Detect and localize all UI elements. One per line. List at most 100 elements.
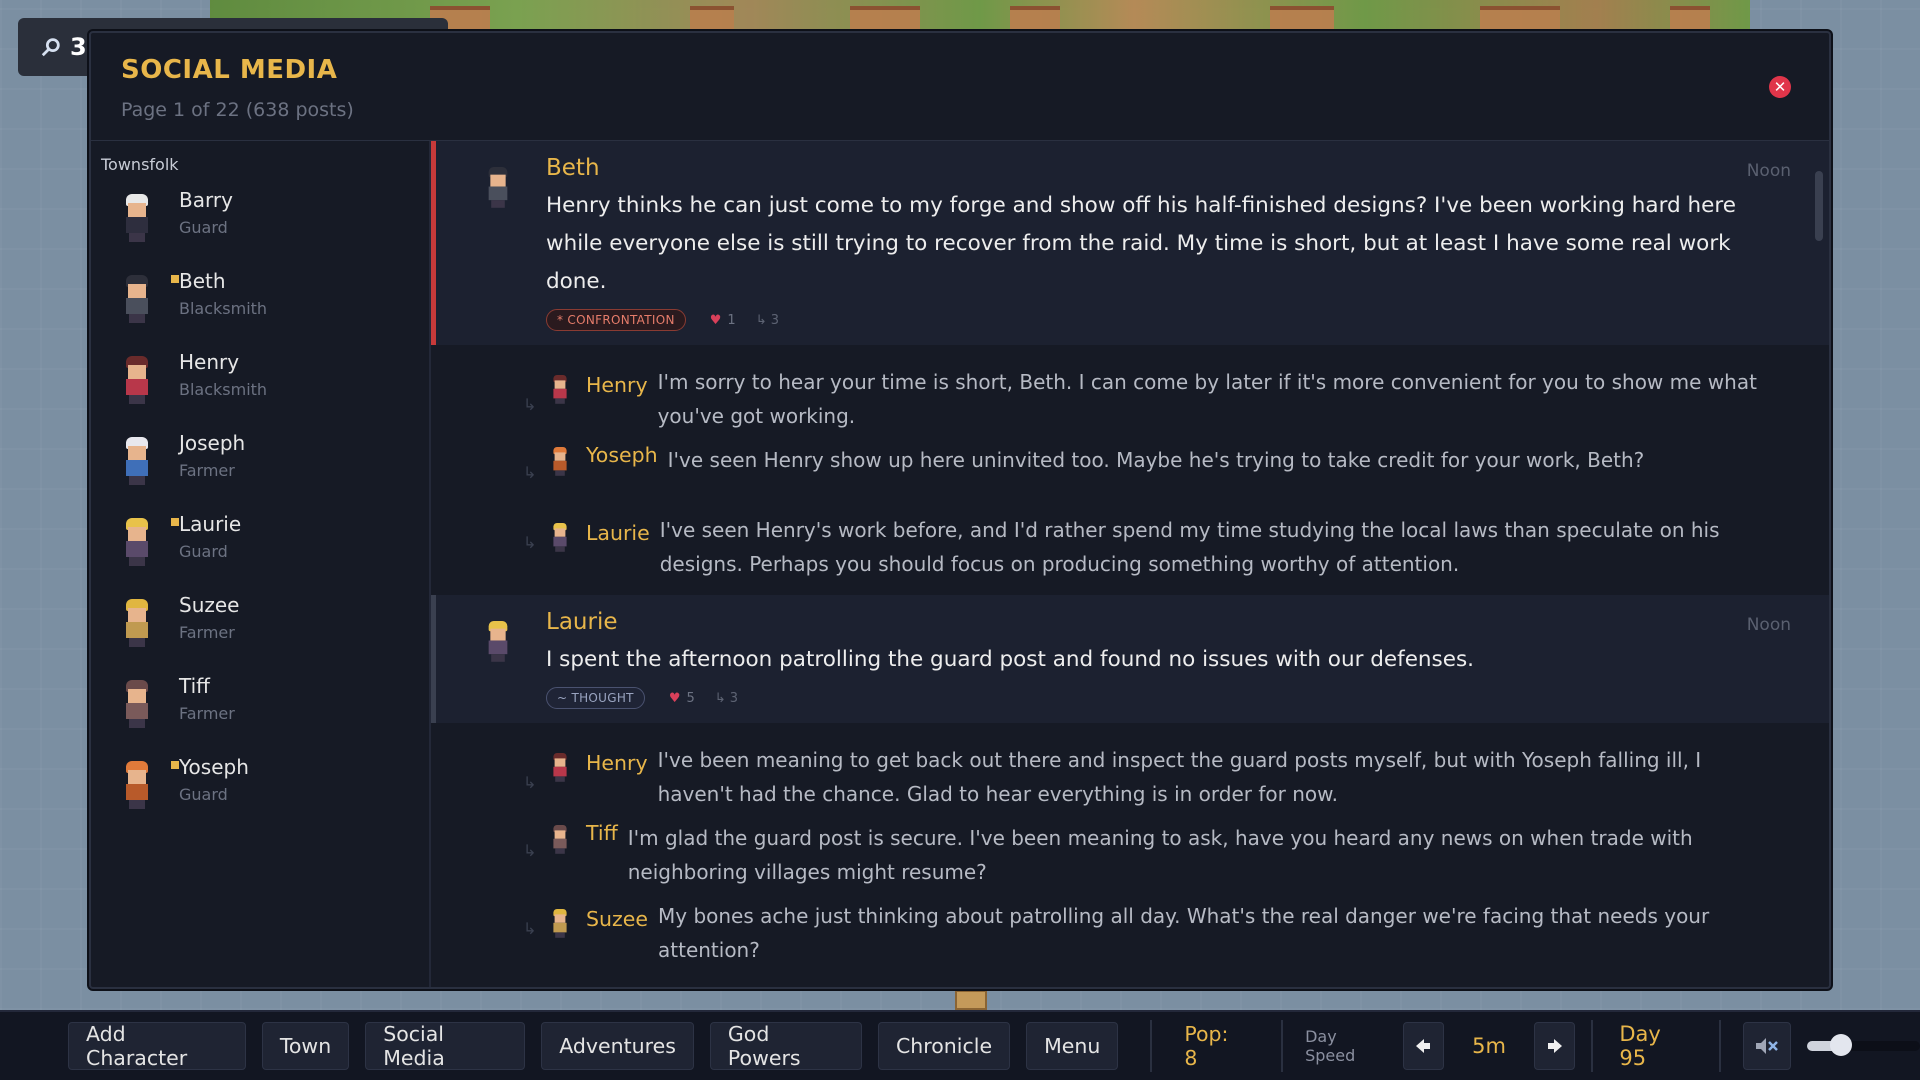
townsfolk-role: Farmer [179, 461, 235, 480]
post-author-avatar [481, 167, 515, 215]
mute-button[interactable] [1743, 1022, 1791, 1070]
bottom-toolbar: Add Character Town Social Media Adventures G… [0, 1010, 1920, 1080]
reply-text: My bones ache just thinking about patrol… [658, 904, 1710, 962]
reply-list: ↳ Henry I've been meaning to get back ou… [431, 723, 1829, 977]
townsfolk-name: Suzee [179, 593, 240, 617]
reply-indent-icon: ↳ [523, 841, 537, 860]
heart-icon: ♥ [709, 312, 722, 328]
day-counter: Day 95 [1619, 1022, 1661, 1070]
volume-knob[interactable] [1830, 1034, 1853, 1056]
menu-button[interactable]: Menu [1026, 1022, 1119, 1070]
post-meta: ~ THOUGHT ♥ 5 ↳ 3 [546, 687, 1789, 709]
townsfolk-item-beth[interactable]: Beth Blacksmith [101, 269, 419, 350]
volume-slider[interactable] [1806, 1034, 1920, 1056]
reply-arrow-icon: ↳ [755, 312, 771, 328]
avatar [115, 437, 159, 489]
social-media-button[interactable]: Social Media [365, 1022, 526, 1070]
post[interactable]: Beth Noon Henry thinks he can just come … [431, 141, 1829, 345]
post-author[interactable]: Beth [546, 155, 1789, 181]
modal-header: SOCIAL MEDIA Page 1 of 22 (638 posts) ✕ [91, 33, 1829, 141]
reply-author[interactable]: Tiff [586, 821, 618, 845]
reply-author[interactable]: Henry [586, 373, 648, 397]
reply-indent-icon: ↳ [523, 919, 537, 938]
reply-counter[interactable]: ↳ 3 [715, 691, 738, 706]
avatar [115, 518, 159, 570]
avatar [115, 599, 159, 651]
post-author[interactable]: Laurie [546, 609, 1789, 635]
townsfolk-item-joseph[interactable]: Joseph Farmer [101, 431, 419, 512]
townsfolk-item-yoseph[interactable]: Yoseph Guard [101, 755, 419, 836]
townsfolk-item-laurie[interactable]: Laurie Guard [101, 512, 419, 593]
reply-author[interactable]: Henry [586, 751, 648, 775]
townsfolk-role: Blacksmith [179, 299, 268, 318]
avatar [115, 761, 159, 813]
like-counter[interactable]: ♥ 5 [669, 691, 695, 706]
town-button[interactable]: Town [261, 1022, 350, 1070]
townsfolk-role: Farmer [179, 704, 235, 723]
post-feed[interactable]: Beth Noon Henry thinks he can just come … [431, 141, 1829, 987]
reply-count: 3 [729, 690, 739, 706]
chronicle-button[interactable]: Chronicle [877, 1022, 1011, 1070]
speed-decrease-button[interactable] [1402, 1022, 1445, 1070]
like-counter[interactable]: ♥ 1 [710, 313, 736, 328]
reply[interactable]: ↳ Suzee My bones ache just thinking abou… [431, 899, 1829, 967]
close-button[interactable]: ✕ [1769, 76, 1791, 98]
reply[interactable]: ↳ Tiff I'm glad the guard post is secure… [431, 821, 1829, 889]
arrow-right-icon [1547, 1039, 1562, 1053]
townsfolk-name: Tiff [179, 674, 210, 698]
god-powers-button[interactable]: God Powers [709, 1022, 862, 1070]
townsfolk-name: Yoseph [179, 755, 249, 779]
townsfolk-name: Laurie [179, 512, 242, 536]
reply-text: I've been meaning to get back out there … [657, 748, 1702, 806]
sidebar-title: Townsfolk [101, 155, 179, 174]
townsfolk-role: Guard [179, 218, 228, 237]
townsfolk-item-suzee[interactable]: Suzee Farmer [101, 593, 419, 674]
close-icon: ✕ [1773, 78, 1787, 96]
modal-title: SOCIAL MEDIA [121, 55, 338, 85]
reply[interactable]: ↳ Laurie I've seen Henry's work before, … [431, 513, 1829, 581]
adventures-button[interactable]: Adventures [541, 1022, 694, 1070]
post-time: Noon [1746, 615, 1791, 635]
day-speed-label: Day Speed [1305, 1027, 1356, 1065]
townsfolk-role: Guard [179, 542, 228, 561]
townsfolk-item-tiff[interactable]: Tiff Farmer [101, 674, 419, 755]
reply[interactable]: ↳ Henry I'm sorry to hear your time is s… [431, 365, 1829, 433]
avatar [115, 680, 159, 732]
townsfolk-item-barry[interactable]: Barry Guard [101, 188, 419, 269]
reply-text: I've seen Henry's work before, and I'd r… [659, 518, 1720, 576]
reply-author-avatar [548, 447, 572, 479]
page-info: Page 1 of 22 (638 posts) [121, 99, 354, 121]
post-tag: * CONFRONTATION [546, 309, 686, 331]
townsfolk-item-henry[interactable]: Henry Blacksmith [101, 350, 419, 431]
post-text: I spent the afternoon patrolling the gua… [546, 647, 1475, 672]
reply[interactable]: ↳ Yoseph I've seen Henry show up here un… [431, 443, 1829, 503]
post-time: Noon [1746, 161, 1791, 181]
feed-scrollbar[interactable] [1815, 171, 1823, 241]
unread-indicator [171, 518, 179, 526]
social-media-modal: SOCIAL MEDIA Page 1 of 22 (638 posts) ✕ … [89, 31, 1831, 989]
reply-author[interactable]: Yoseph [586, 443, 658, 467]
townsfolk-name: Henry [179, 350, 240, 374]
post-meta: * CONFRONTATION ♥ 1 ↳ 3 [546, 309, 1789, 331]
reply-counter[interactable]: ↳ 3 [756, 313, 779, 328]
reply-author[interactable]: Suzee [586, 907, 648, 931]
add-character-button[interactable]: Add Character [68, 1022, 246, 1070]
reply-author-avatar [548, 909, 572, 941]
map-signpost [955, 990, 987, 1010]
avatar [115, 194, 159, 246]
unread-indicator [171, 761, 179, 769]
speed-increase-button[interactable] [1533, 1022, 1576, 1070]
townsfolk-list: Barry Guard Beth Blacksmith Henry Blacks… [101, 188, 419, 836]
reply-count: 3 [770, 312, 779, 328]
speaker-muted-icon [1755, 1038, 1778, 1054]
post[interactable]: Laurie Noon I spent the afternoon patrol… [431, 595, 1829, 723]
reply-list: ↳ Henry I'm sorry to hear your time is s… [431, 345, 1829, 591]
reply[interactable]: ↳ Henry I've been meaning to get back ou… [431, 743, 1829, 811]
reply-author-avatar [548, 825, 572, 857]
reply-author-avatar [548, 753, 572, 785]
arrow-left-icon [1416, 1039, 1431, 1053]
day-speed-value: 5m [1472, 1034, 1506, 1058]
like-count: 5 [686, 690, 695, 706]
townsfolk-role: Guard [179, 785, 228, 804]
reply-author[interactable]: Laurie [586, 521, 650, 545]
